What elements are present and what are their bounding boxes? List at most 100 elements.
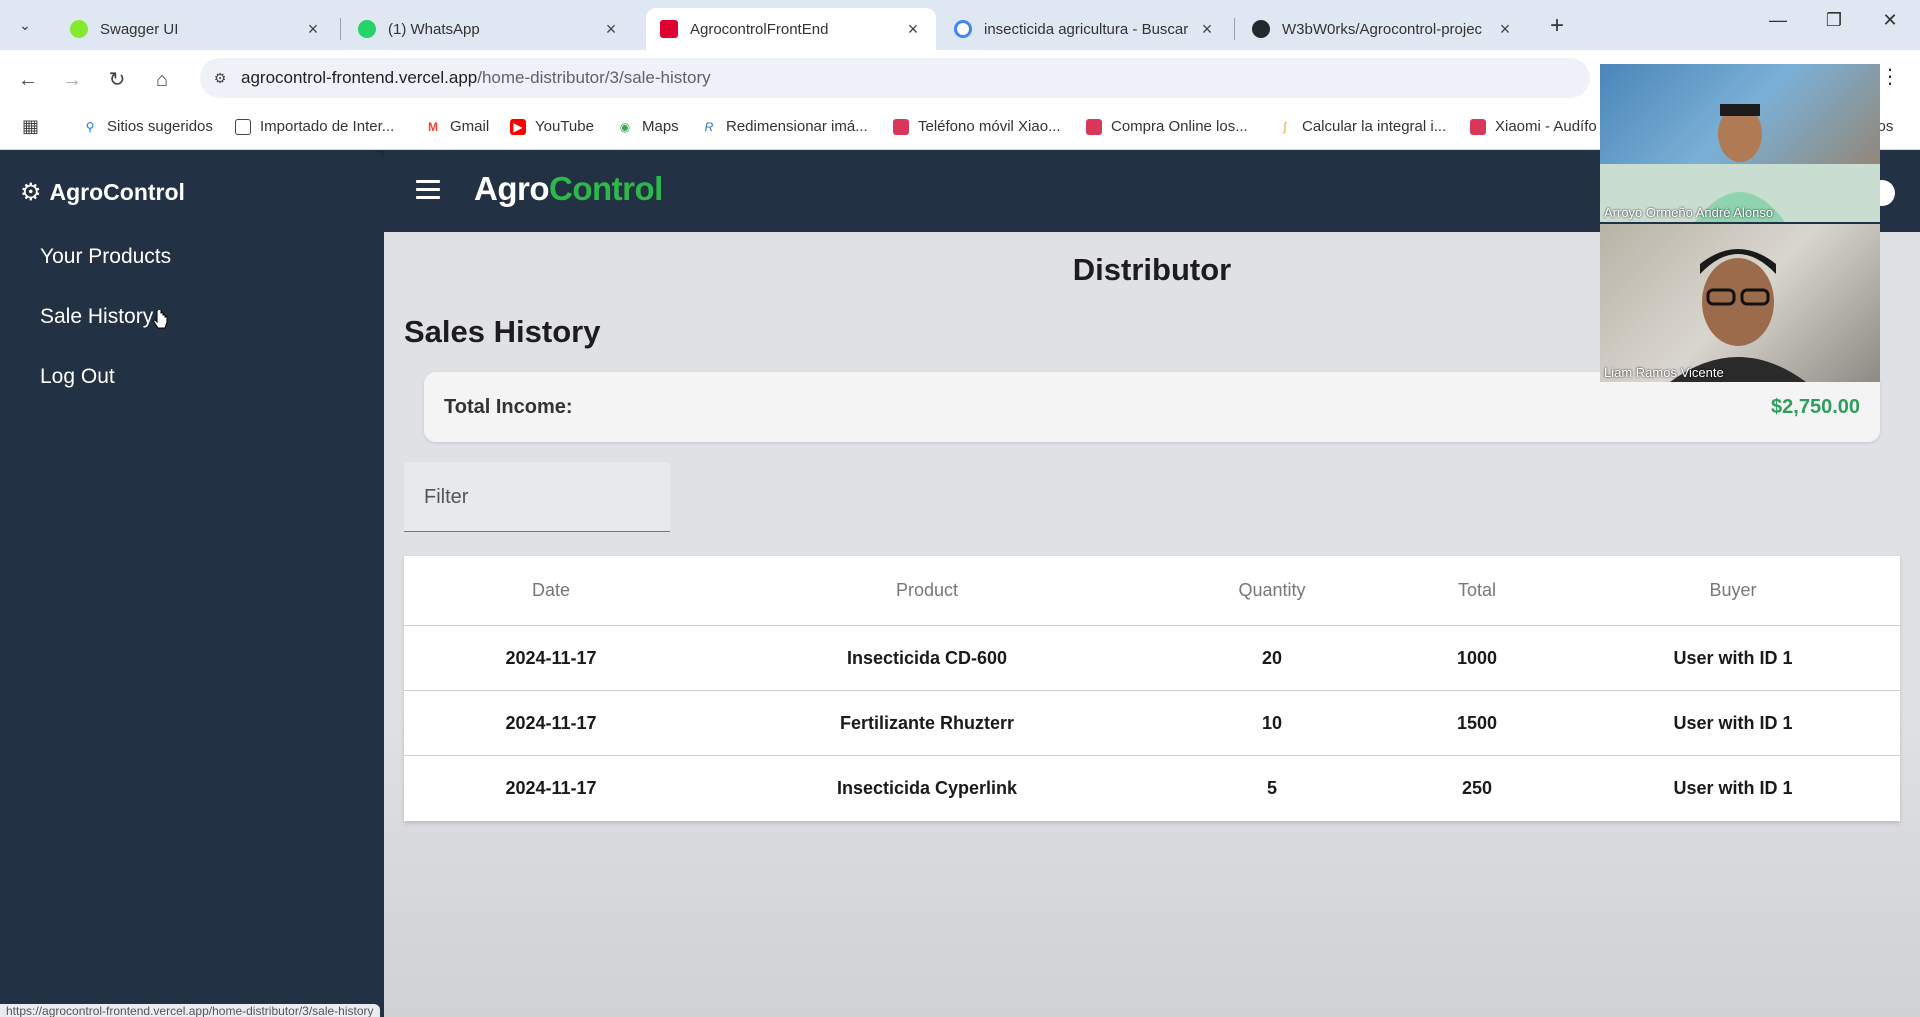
cell-date: 2024-11-17 xyxy=(505,712,597,733)
bookmark-item[interactable]: M Gmail xyxy=(425,118,489,135)
back-icon[interactable]: ← xyxy=(14,66,42,94)
sidebar-item-your-products[interactable]: Your Products xyxy=(40,245,171,269)
close-icon[interactable]: × xyxy=(904,19,922,40)
cell-buyer: User with ID 1 xyxy=(1673,778,1793,798)
close-icon[interactable]: × xyxy=(1496,19,1514,40)
home-icon[interactable]: ⌂ xyxy=(148,66,176,94)
bookmark-item[interactable]: Importado de Inter... xyxy=(235,118,394,135)
apps-grid-icon[interactable]: ▦ xyxy=(22,116,42,136)
close-window-icon[interactable]: ✕ xyxy=(1870,10,1910,31)
google-icon xyxy=(954,20,972,38)
column-header-date: Date xyxy=(531,580,571,600)
cell-product: Fertilizante Rhuzterr xyxy=(839,712,1015,733)
menu-icon[interactable] xyxy=(416,180,440,200)
table-row: 2024-11-17 Insecticida Cyperlink 5 250 U… xyxy=(404,756,1900,821)
bookmark-label: Importado de Inter... xyxy=(260,118,395,135)
brand-part-agro: Agro xyxy=(474,170,550,207)
bookmark-label: Sitios sugeridos xyxy=(107,118,213,135)
new-tab-button[interactable]: + xyxy=(1543,12,1571,40)
income-value: $2,750.00 xyxy=(1771,396,1860,418)
tab-title: AgrocontrolFrontEnd xyxy=(690,20,829,38)
bookmark-item[interactable]: R Redimensionar imá... xyxy=(701,118,868,135)
tab-github[interactable]: W3bW0rks/Agrocontrol-projec × xyxy=(1238,8,1528,50)
participant-video-icon xyxy=(1670,249,1806,382)
bookmark-item[interactable]: ∫ Calcular la integral i... xyxy=(1277,118,1446,135)
close-icon[interactable]: × xyxy=(1198,19,1216,40)
table-row: 2024-11-17 Insecticida CD-600 20 1000 Us… xyxy=(404,626,1900,691)
bookmark-label: YouTube xyxy=(535,118,594,135)
cell-product: Insecticida Cyperlink xyxy=(836,778,1018,798)
cell-total: 250 xyxy=(1461,778,1493,798)
cell-quantity: 10 xyxy=(1261,712,1283,733)
close-icon[interactable]: × xyxy=(602,19,620,40)
sidebar-item-log-out[interactable]: Log Out xyxy=(40,365,115,389)
cell-total: 1000 xyxy=(1456,647,1498,668)
cell-product: Insecticida CD-600 xyxy=(846,647,1008,668)
tab-search-icon[interactable]: ⌄ xyxy=(12,12,38,38)
cell-quantity: 20 xyxy=(1261,647,1283,668)
cell-buyer: User with ID 1 xyxy=(1673,712,1793,733)
sidebar: ⚙ AgroControl Your Products Sale History… xyxy=(0,150,384,1017)
sales-table: Date Product Quantity Total Buyer 2024-1… xyxy=(404,556,1900,821)
site-settings-icon[interactable]: ⚙ xyxy=(210,68,230,88)
tractor-icon: ⚙ xyxy=(20,179,42,206)
address-bar[interactable]: ⚙ agrocontrol-frontend.vercel.app/home-d… xyxy=(200,58,1590,98)
shop-bag-icon xyxy=(1086,118,1102,135)
section-title: Sales History xyxy=(404,314,601,349)
bookmark-item[interactable]: ◉ Maps xyxy=(617,118,679,135)
tab-whatsapp[interactable]: (1) WhatsApp × xyxy=(344,8,634,50)
participant-video-icon xyxy=(1600,104,1880,222)
bookmark-item[interactable]: Xiaomi - Audífo xyxy=(1470,118,1597,135)
filter-field[interactable] xyxy=(404,462,670,532)
column-header-total: Total xyxy=(1457,580,1497,600)
cell-total: 1500 xyxy=(1456,712,1498,733)
github-icon xyxy=(1252,20,1270,38)
swagger-icon xyxy=(70,20,88,38)
bookmark-label: Gmail xyxy=(450,118,490,135)
shop-bag-icon xyxy=(893,118,909,135)
tab-swagger[interactable]: Swagger UI × xyxy=(56,8,336,50)
video-tile-participant-1[interactable]: Arroyo Ormeño André Alonso xyxy=(1600,64,1880,222)
video-tile-participant-2[interactable]: Liam Ramos Vicente xyxy=(1600,224,1880,382)
bookmark-item[interactable]: ⚲ Sitios sugeridos xyxy=(82,118,213,135)
gmail-icon: M xyxy=(428,119,438,134)
cell-quantity: 5 xyxy=(1266,778,1277,798)
url-host: agrocontrol-frontend.vercel.app xyxy=(241,68,478,87)
tab-title: Swagger UI xyxy=(100,20,179,38)
tab-google[interactable]: insecticida agricultura - Buscar × xyxy=(940,8,1230,50)
restore-icon[interactable]: ❐ xyxy=(1814,10,1854,31)
forward-icon[interactable]: → xyxy=(58,66,86,94)
integral-icon: ∫ xyxy=(1283,119,1287,134)
status-bar-url: https://agrocontrol-frontend.vercel.app/… xyxy=(0,1004,380,1017)
more-menu-icon[interactable]: ⋮ xyxy=(1880,64,1900,89)
folder-icon xyxy=(235,118,251,135)
tab-agrocontrol[interactable]: AgrocontrolFrontEnd × xyxy=(646,8,936,50)
shop-bag-icon xyxy=(1470,118,1486,135)
bookmark-label: Teléfono móvil Xiao... xyxy=(918,118,1061,135)
url-text: agrocontrol-frontend.vercel.app/home-dis… xyxy=(241,68,711,88)
bookmark-item[interactable]: Teléfono móvil Xiao... xyxy=(893,118,1061,135)
minimize-icon[interactable]: — xyxy=(1758,10,1798,31)
tab-separator xyxy=(1234,18,1235,40)
close-icon[interactable]: × xyxy=(304,19,322,40)
total-income-card: Total Income: $2,750.00 xyxy=(424,372,1880,442)
cell-buyer: User with ID 1 xyxy=(1673,647,1793,668)
cell-date: 2024-11-17 xyxy=(505,778,597,798)
sidebar-item-sale-history[interactable]: Sale History xyxy=(40,305,153,329)
url-path: /home-distributor/3/sale-history xyxy=(477,68,711,87)
bookmark-item[interactable]: ▶ YouTube xyxy=(510,118,594,135)
reload-icon[interactable]: ↻ xyxy=(103,66,131,94)
search-icon: ⚲ xyxy=(85,119,95,134)
bookmark-label: Redimensionar imá... xyxy=(726,118,868,135)
sidebar-logo-text: AgroControl xyxy=(49,179,185,205)
tab-title: (1) WhatsApp xyxy=(388,20,480,38)
bookmark-item[interactable]: Compra Online los... xyxy=(1086,118,1248,135)
table-header: Date Product Quantity Total Buyer xyxy=(404,556,1900,626)
browser-tabstrip: ⌄ Swagger UI × (1) WhatsApp × Agrocontro… xyxy=(0,0,1920,50)
income-label: Total Income: xyxy=(444,396,573,418)
bookmark-label: Maps xyxy=(642,118,679,135)
brand-logo: AgroControl xyxy=(474,170,663,208)
bookmark-label: Xiaomi - Audífo xyxy=(1495,118,1597,135)
cell-date: 2024-11-17 xyxy=(505,647,597,668)
filter-input[interactable] xyxy=(424,486,644,509)
